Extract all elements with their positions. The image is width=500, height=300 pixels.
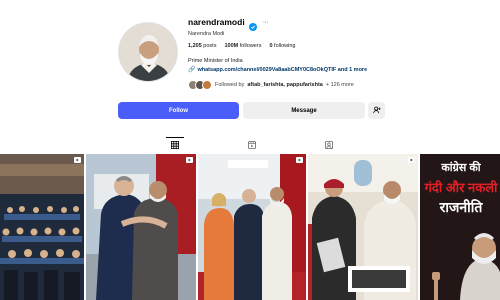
link-icon: 🔗 (188, 67, 196, 73)
follow-button[interactable]: Follow (118, 102, 239, 119)
profile-stats: 1,205 posts 100M followers 0 following (188, 43, 295, 49)
profile-bio: Prime Minister of India (188, 58, 243, 64)
verified-badge-icon (248, 18, 257, 31)
post-overlay-line2: गंदी और नकली (424, 180, 498, 195)
post-overlay-line1: कांग्रेस की (441, 162, 481, 174)
post-tile[interactable] (0, 154, 84, 300)
more-options-icon[interactable]: ··· (263, 19, 269, 26)
followed-by-suffix: + 126 more (325, 82, 354, 88)
follower-avatar (202, 80, 212, 90)
followed-by-prefix: Followed by (215, 82, 245, 88)
profile-avatar[interactable] (118, 22, 178, 82)
followed-by-names[interactable]: aftab_farishta, pappufarishta (247, 82, 323, 88)
post-tile[interactable] (198, 154, 306, 300)
post-tile[interactable]: कांग्रेस की गंदी और नकली राजनीति (420, 154, 500, 300)
reel-icon (408, 157, 415, 163)
tab-posts[interactable] (170, 140, 179, 149)
profile-fullname: Narendra Modi (188, 31, 225, 37)
tab-reels[interactable] (247, 140, 256, 149)
reels-icon (247, 136, 256, 154)
posts-grid: कांग्रेस की गंदी और नकली राजनीति (0, 154, 500, 300)
posts-stat: 1,205 posts (188, 43, 217, 49)
post-tile[interactable] (308, 154, 418, 300)
following-stat[interactable]: 0 following (269, 43, 295, 49)
tagged-icon (324, 136, 333, 154)
profile-username: narendramodi (188, 17, 245, 27)
reel-icon (74, 157, 81, 163)
follower-avatars (188, 80, 212, 90)
post-tile[interactable] (86, 154, 196, 300)
add-person-icon (372, 106, 381, 116)
suggested-accounts-button[interactable] (368, 102, 385, 119)
reel-icon (296, 157, 303, 163)
followers-stat[interactable]: 100M followers (224, 43, 261, 49)
profile-tabs (0, 137, 500, 151)
followed-by[interactable]: Followed by aftab_farishta, pappufarisht… (188, 80, 354, 90)
post-overlay-line3: राजनीति (439, 199, 483, 215)
reel-icon (186, 157, 193, 163)
profile-link[interactable]: 🔗 whatsapp.com/channel/0029Va8aabCMY0C8o… (188, 66, 367, 74)
grid-icon (170, 136, 179, 154)
tab-tagged[interactable] (324, 140, 333, 149)
message-button[interactable]: Message (243, 102, 365, 119)
profile-link-text[interactable]: whatsapp.com/channel/0029Va8aabCMY0C8oOk… (197, 67, 367, 73)
